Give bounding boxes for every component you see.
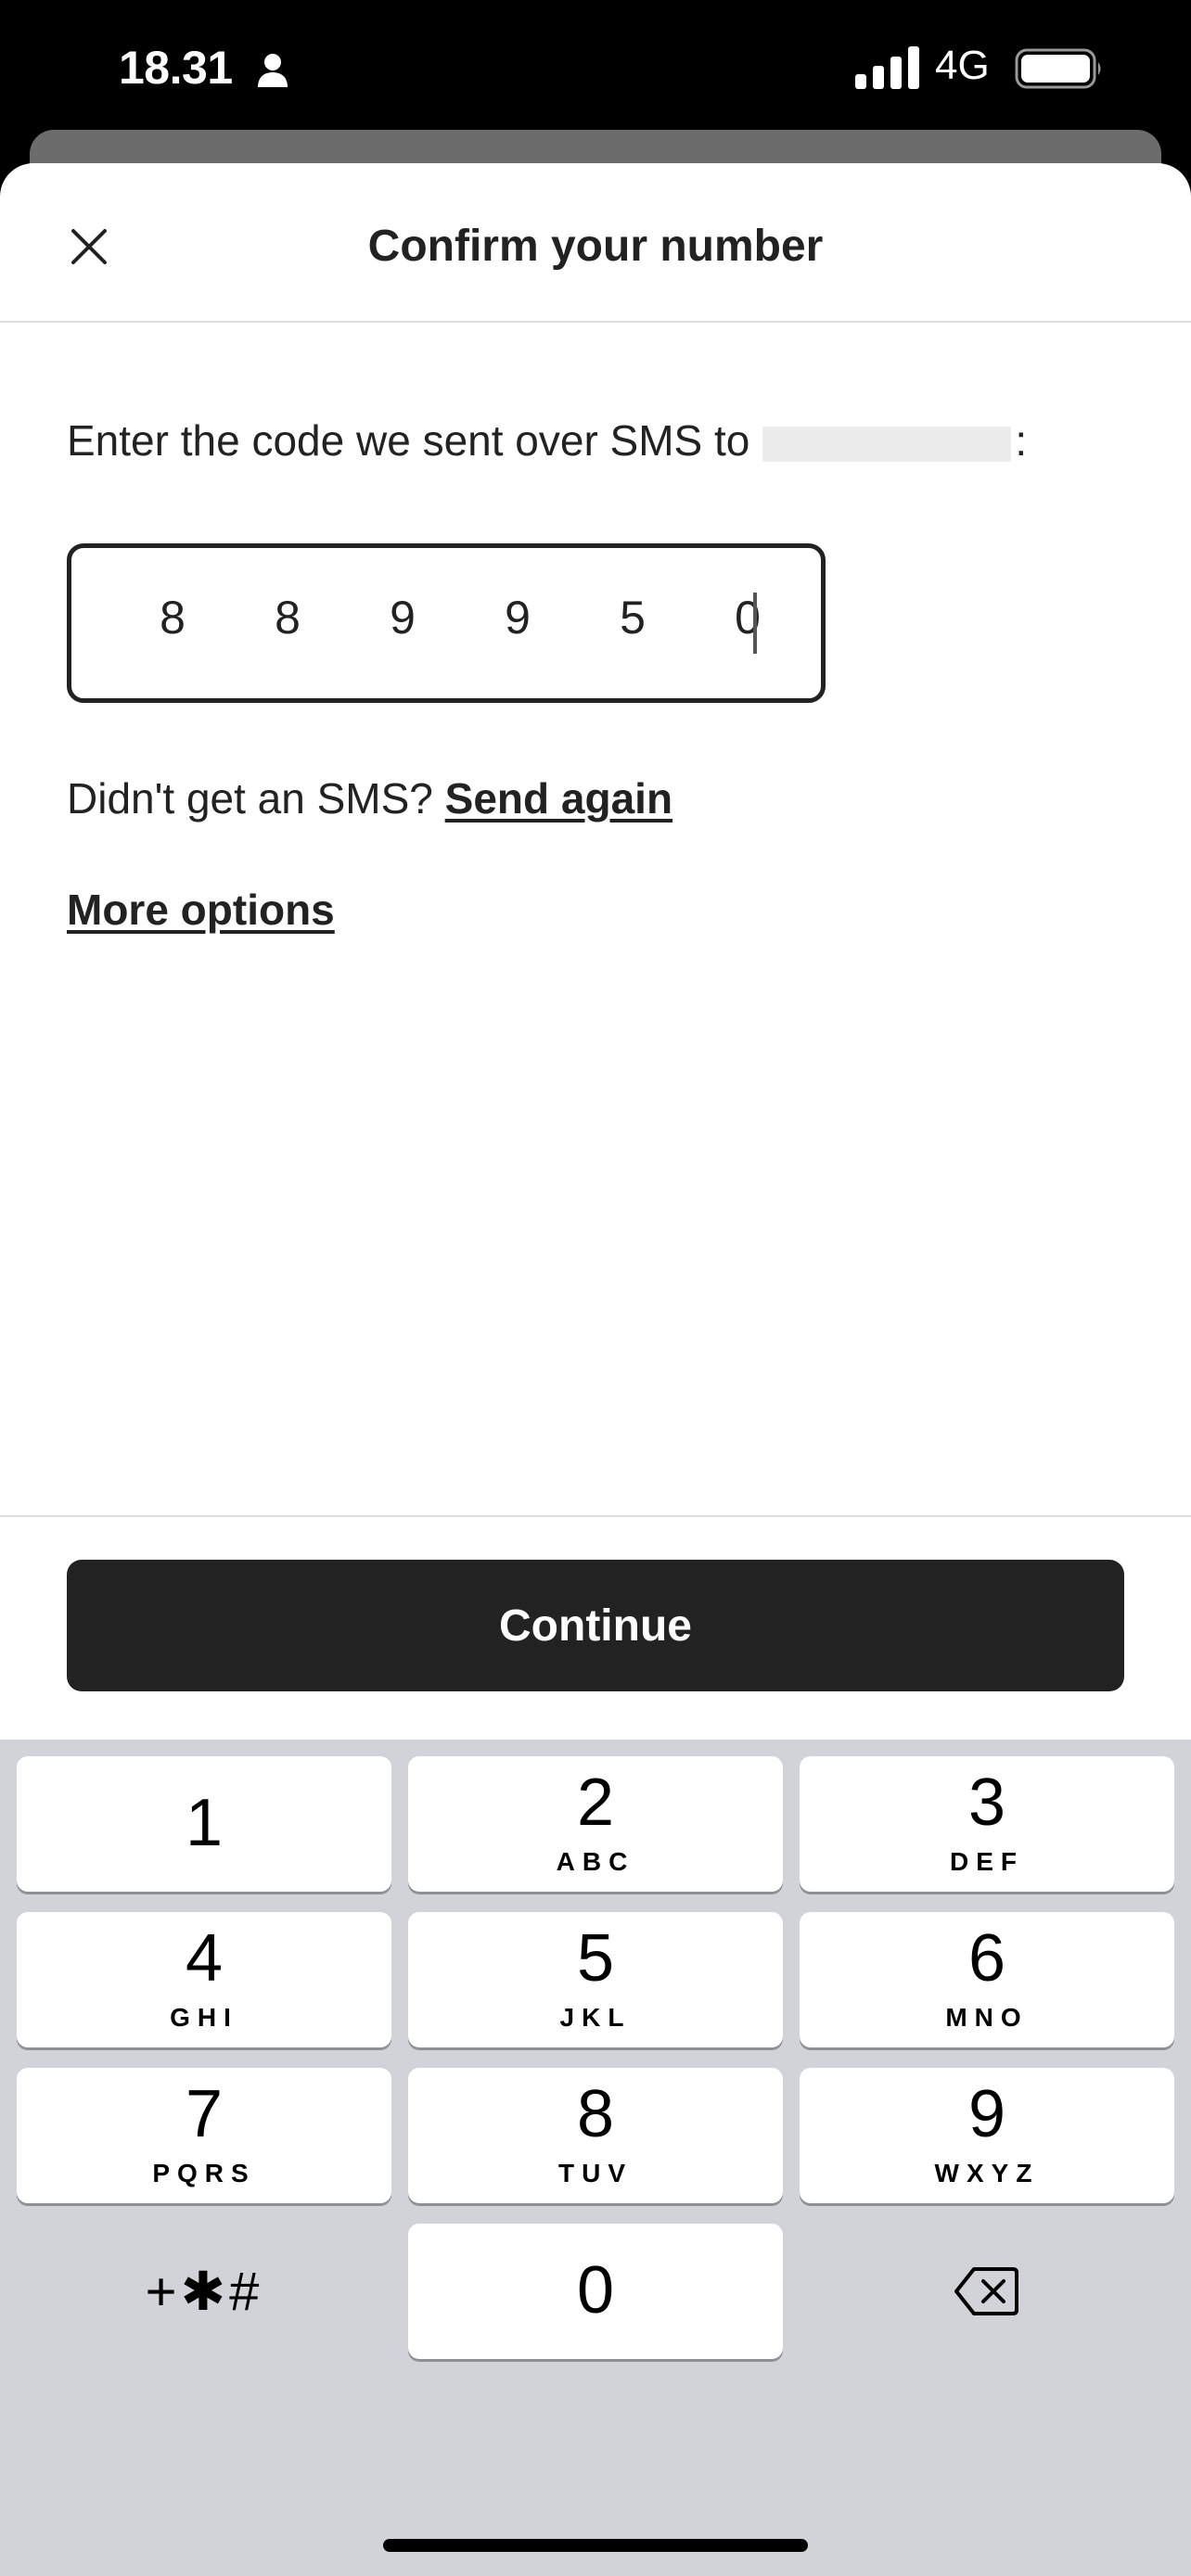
key-7-number: 7 [185,2077,224,2151]
key-1-number: 1 [185,1786,224,1860]
status-time: 18.31 [119,42,233,94]
key-5-number: 5 [576,1921,615,1996]
network-type: 4G [935,43,990,88]
resend-prompt: Didn't get an SMS? [67,774,433,823]
key-2-number: 2 [576,1766,615,1840]
key-2[interactable]: 2 ABC [408,1756,783,1892]
send-again-link[interactable]: Send again [445,774,672,823]
key-5-letters: JKL [559,2003,632,2032]
sheet-header: Confirm your number [0,163,1191,323]
key-4-letters: GHI [170,2003,238,2032]
resend-line: Didn't get an SMS? Send again [67,773,672,823]
page-title: Confirm your number [367,222,824,271]
key-3[interactable]: 3 DEF [800,1756,1174,1892]
key-6[interactable]: 6 MNO [800,1912,1174,2047]
instruction-label: Enter the code we sent over SMS to [67,416,750,465]
backspace-icon [954,2267,1018,2315]
key-9[interactable]: 9 WXYZ [800,2068,1174,2203]
key-7-letters: PQRS [152,2159,256,2187]
key-6-letters: MNO [945,2003,1029,2032]
person-icon [258,54,288,87]
numeric-keypad: 1 2 ABC 3 DEF 4 GHI 5 JKL 6 MNO 7 PQRS 8… [0,1740,1191,2576]
key-9-letters: WXYZ [934,2159,1040,2187]
instruction-text: Enter the code we sent over SMS to: [67,415,1027,465]
symbols-label: +✱# [145,2262,263,2322]
code-digit-3: 9 [390,592,416,644]
signal-icon [855,46,919,89]
key-5[interactable]: 5 JKL [408,1912,783,2047]
symbols-key[interactable]: +✱# [17,2224,391,2359]
key-3-number: 3 [967,1766,1006,1840]
key-2-letters: ABC [556,1847,635,1876]
verification-code-input[interactable]: 8 8 9 9 5 0 [67,543,826,703]
key-9-number: 9 [967,2077,1006,2151]
code-digit-4: 9 [505,592,531,644]
continue-button[interactable]: Continue [67,1560,1124,1691]
status-bar: 18.31 4G [0,0,1191,139]
key-8-letters: TUV [558,2159,633,2187]
footer-divider [0,1515,1191,1517]
text-caret [753,593,757,654]
more-options-link[interactable]: More options [67,885,335,935]
home-indicator[interactable] [383,2539,808,2552]
key-3-letters: DEF [950,1847,1024,1876]
key-8[interactable]: 8 TUV [408,2068,783,2203]
code-digit-6: 0 [735,592,761,644]
key-1[interactable]: 1 [17,1756,391,1892]
code-digit-2: 8 [275,592,301,644]
key-4-number: 4 [185,1921,224,1996]
code-digit-1: 8 [160,592,186,644]
key-0-number: 0 [576,2253,615,2327]
key-4[interactable]: 4 GHI [17,1912,391,2047]
redacted-phone-number [762,426,1012,462]
battery-icon [1015,48,1101,89]
key-8-number: 8 [576,2077,615,2151]
confirm-number-sheet: Confirm your number Enter the code we se… [0,163,1191,1740]
code-digit-5: 5 [620,592,646,644]
key-0[interactable]: 0 [408,2224,783,2359]
instruction-suffix: : [1015,416,1028,465]
key-6-number: 6 [967,1921,1006,1996]
key-7[interactable]: 7 PQRS [17,2068,391,2203]
delete-key[interactable] [800,2224,1174,2359]
